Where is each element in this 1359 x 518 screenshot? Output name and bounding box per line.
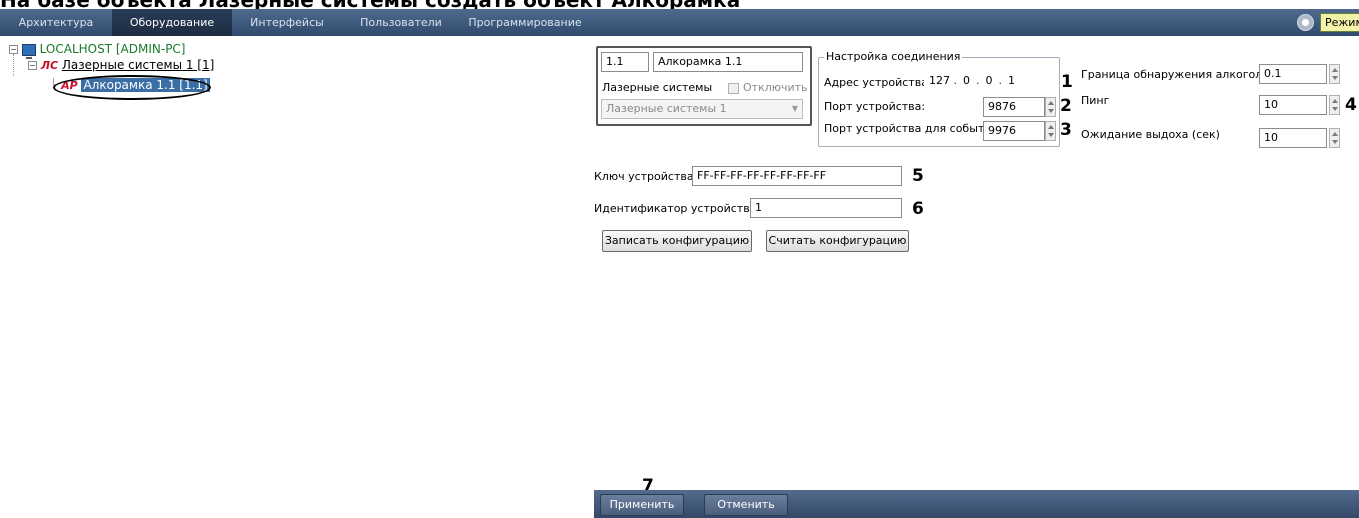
- callout-2: 2: [1060, 96, 1072, 116]
- address-label: Адрес устройства:: [824, 76, 932, 89]
- device-id-field[interactable]: 1.1: [601, 52, 649, 72]
- tree-node-localhost[interactable]: − LOCALHOST [ADMIN-PC]: [9, 42, 186, 59]
- port-field[interactable]: 9876: [983, 97, 1045, 117]
- device-name-field[interactable]: Алкорамка 1.1: [653, 52, 803, 72]
- ip-octet: 1: [1008, 74, 1015, 87]
- device-box: 1.1 Алкорамка 1.1 Лазерные системы Отклю…: [596, 46, 812, 126]
- port-spinner[interactable]: [1045, 97, 1056, 117]
- parent-select-value: Лазерные системы 1: [606, 102, 727, 115]
- computer-icon: [21, 43, 36, 59]
- highlight-ellipse: [53, 75, 211, 100]
- menu-item-interfaces[interactable]: Интерфейсы: [232, 9, 342, 36]
- callout-3: 3: [1060, 120, 1072, 140]
- event-port-spinner[interactable]: [1045, 121, 1056, 141]
- tree-node-laser-systems[interactable]: − ЛС Лазерные системы 1 [1]: [28, 58, 214, 72]
- identifier-label: Идентификатор устройства:: [594, 202, 761, 215]
- menu-item-architecture[interactable]: Архитектура: [0, 9, 112, 36]
- menu-item-users[interactable]: Пользователи: [342, 9, 460, 36]
- cancel-button[interactable]: Отменить: [704, 494, 788, 516]
- collapse-icon[interactable]: −: [28, 61, 37, 70]
- mode-badge[interactable]: Режим: Дем: [1320, 13, 1359, 32]
- disable-checkbox[interactable]: Отключить: [728, 81, 808, 94]
- key-label: Ключ устройства:: [594, 170, 698, 183]
- read-config-button[interactable]: Считать конфигурацию: [766, 230, 909, 252]
- exhale-field[interactable]: 10: [1259, 128, 1327, 148]
- threshold-field[interactable]: 0.1: [1259, 64, 1327, 84]
- threshold-label: Граница обнаружения алкоголя, %: [1081, 68, 1287, 81]
- bottom-bar: Применить Отменить: [594, 490, 1359, 518]
- laser-systems-icon: ЛС: [40, 59, 59, 72]
- write-config-button[interactable]: Записать конфигурацию: [602, 230, 752, 252]
- event-port-label: Порт устройства для событий:: [824, 122, 1003, 135]
- settings-panel: 1.1 Алкорамка 1.1 Лазерные системы Отклю…: [594, 36, 1359, 518]
- checkbox-icon[interactable]: [728, 82, 739, 94]
- ip-address-field[interactable]: 127 . 0 . 0 . 1: [924, 71, 1054, 91]
- threshold-spinner[interactable]: [1329, 64, 1340, 84]
- callout-6: 6: [912, 199, 924, 219]
- parent-label: Лазерные системы: [602, 81, 713, 94]
- tree-node-label: LOCALHOST [ADMIN-PC]: [39, 42, 186, 56]
- hardware-tree: − LOCALHOST [ADMIN-PC] − ЛС Лазерные сис…: [0, 36, 594, 518]
- ping-label: Пинг: [1081, 94, 1110, 107]
- top-menu-bar: Архитектура Оборудование Интерфейсы Поль…: [0, 9, 1359, 36]
- exhale-spinner[interactable]: [1329, 128, 1340, 148]
- menu-item-programming[interactable]: Программирование: [460, 9, 590, 36]
- callout-5: 5: [912, 166, 924, 186]
- ping-spinner[interactable]: [1329, 95, 1340, 115]
- menu-item-equipment[interactable]: Оборудование: [112, 9, 232, 36]
- parent-select[interactable]: Лазерные системы 1 ▼: [601, 99, 803, 119]
- key-field[interactable]: FF-FF-FF-FF-FF-FF-FF-FF: [692, 166, 902, 186]
- exhale-label: Ожидание выдоха (сек): [1081, 128, 1220, 141]
- mode-icon[interactable]: [1297, 14, 1314, 31]
- ip-octet: 0: [963, 74, 970, 87]
- chevron-down-icon[interactable]: ▼: [792, 100, 798, 118]
- event-port-field[interactable]: 9976: [983, 121, 1045, 141]
- tree-line: [13, 54, 14, 76]
- callout-1: 1: [1061, 72, 1073, 92]
- callout-4: 4: [1345, 95, 1357, 115]
- port-label: Порт устройства:: [824, 100, 926, 113]
- identifier-field[interactable]: 1: [750, 198, 902, 218]
- collapse-icon[interactable]: −: [9, 45, 18, 54]
- ip-octet: 127: [929, 74, 950, 87]
- ping-field[interactable]: 10: [1259, 95, 1327, 115]
- connection-group-title: Настройка соединения: [824, 50, 963, 63]
- ip-octet: 0: [985, 74, 993, 87]
- disable-label: Отключить: [743, 81, 808, 94]
- tree-node-label: Лазерные системы 1 [1]: [61, 58, 215, 72]
- apply-button[interactable]: Применить: [600, 494, 684, 516]
